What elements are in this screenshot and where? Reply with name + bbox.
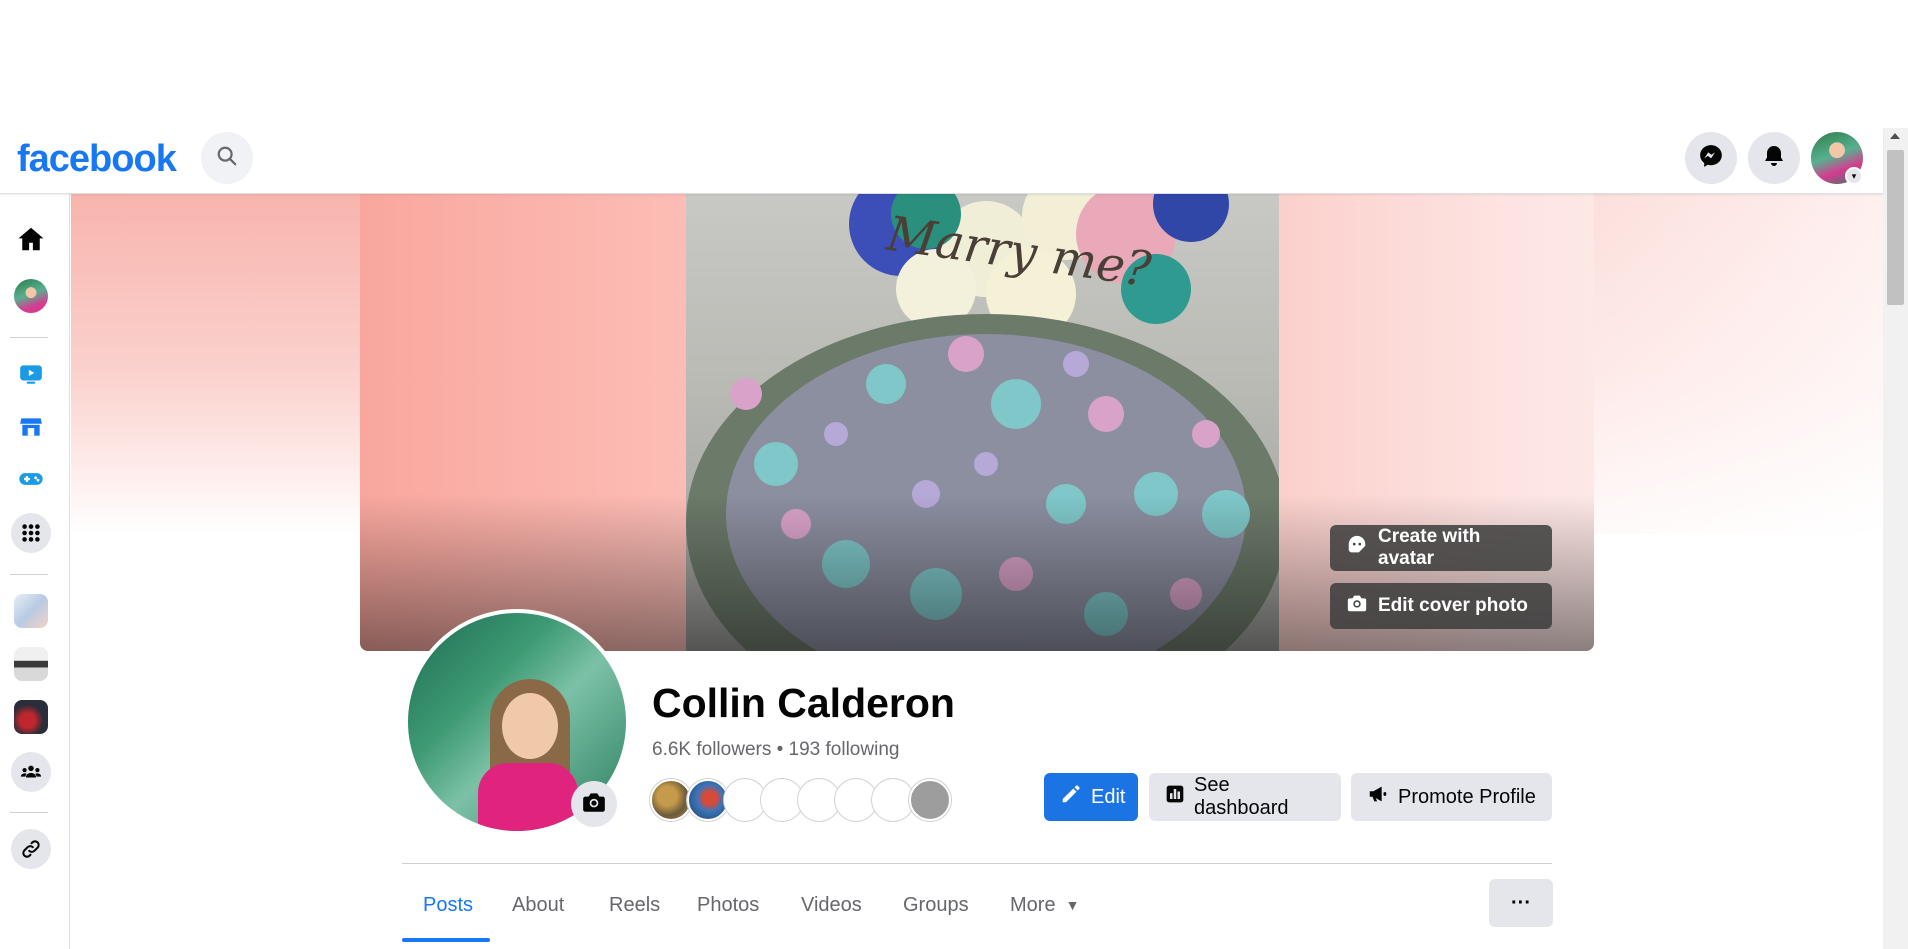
menu-grid-icon[interactable]	[11, 513, 51, 553]
shortcut-thumbnail	[14, 594, 48, 628]
see-dashboard-label: See dashboard	[1194, 774, 1289, 819]
link-icon[interactable]	[11, 829, 51, 869]
rail-divider	[10, 574, 48, 575]
top-navigation-bar: facebook ▾	[0, 128, 1883, 194]
search-button[interactable]	[201, 132, 253, 184]
shortcut-thumbnail	[14, 647, 48, 681]
active-tab-indicator	[402, 938, 490, 942]
edit-cover-photo-button[interactable]: Edit cover photo	[1330, 583, 1552, 629]
gaming-icon[interactable]	[11, 459, 51, 499]
notifications-button[interactable]	[1748, 132, 1800, 184]
facebook-logo[interactable]: facebook	[17, 138, 177, 181]
follower-avatar[interactable]	[761, 779, 803, 821]
edit-profile-button[interactable]: Edit	[1044, 773, 1138, 821]
follower-avatar[interactable]	[872, 779, 914, 821]
profile-shortcut[interactable]	[11, 276, 51, 316]
shortcut-2[interactable]	[11, 644, 51, 684]
tab-groups[interactable]: Groups	[903, 870, 969, 940]
tab-more-label: More	[1010, 893, 1056, 916]
scroll-up-arrow-icon[interactable]	[1890, 133, 1900, 139]
profile-picture-detail	[478, 763, 578, 831]
caret-down-icon: ▼	[1065, 897, 1080, 913]
tab-more[interactable]: More ▼	[1010, 870, 1079, 940]
profile-divider	[402, 863, 1552, 864]
create-with-avatar-button[interactable]: Create with avatar	[1330, 525, 1552, 571]
bell-icon	[1762, 144, 1786, 173]
edit-cover-photo-label: Edit cover photo	[1378, 595, 1528, 616]
shortcut-3[interactable]	[11, 697, 51, 737]
camera-icon	[1346, 592, 1368, 620]
search-icon	[216, 145, 238, 172]
shortcut-1[interactable]	[11, 591, 51, 631]
promote-profile-button[interactable]: Promote Profile	[1351, 773, 1552, 821]
top-blank-area	[0, 0, 1908, 128]
pencil-icon	[1060, 783, 1082, 811]
edit-profile-label: Edit	[1091, 785, 1126, 808]
tab-reels[interactable]: Reels	[609, 870, 660, 940]
follower-avatar[interactable]	[909, 779, 951, 821]
camera-icon	[581, 789, 607, 820]
rail-divider	[10, 337, 48, 338]
promote-profile-label: Promote Profile	[1398, 785, 1536, 808]
follower-avatar[interactable]	[835, 779, 877, 821]
profile-avatar-icon	[14, 279, 48, 313]
groups-icon[interactable]	[11, 752, 51, 792]
follower-avatar[interactable]	[798, 779, 840, 821]
messenger-icon	[1698, 143, 1724, 174]
create-with-avatar-label: Create with avatar	[1378, 526, 1481, 569]
more-options-button[interactable]: ···	[1489, 879, 1553, 927]
see-dashboard-button[interactable]: See dashboard	[1149, 773, 1341, 821]
dashboard-icon	[1165, 784, 1185, 810]
avatar-sticker-icon	[1346, 534, 1368, 562]
tab-photos[interactable]: Photos	[697, 870, 759, 940]
chevron-down-icon[interactable]: ▾	[1845, 167, 1863, 185]
profile-picture-detail	[502, 693, 558, 759]
video-icon[interactable]	[11, 354, 51, 394]
page-scrollbar[interactable]	[1883, 128, 1908, 949]
megaphone-icon	[1367, 783, 1389, 811]
follower-avatar[interactable]	[650, 779, 692, 821]
follower-avatar[interactable]	[724, 779, 766, 821]
scrollbar-thumb[interactable]	[1887, 150, 1904, 305]
home-icon[interactable]	[11, 219, 51, 259]
cover-photo[interactable]: Marry me? Create with avatar Edit cover …	[360, 194, 1594, 651]
rail-divider	[10, 812, 48, 813]
messenger-button[interactable]	[1685, 132, 1737, 184]
follower-stats[interactable]: 6.6K followers • 193 following	[652, 739, 899, 761]
profile-name: Collin Calderon	[652, 680, 955, 726]
follower-avatar[interactable]	[687, 779, 729, 821]
marketplace-icon[interactable]	[11, 407, 51, 447]
shortcut-thumbnail	[14, 700, 48, 734]
left-shortcut-rail	[0, 194, 70, 949]
tab-posts[interactable]: Posts	[423, 870, 473, 940]
update-profile-picture-button[interactable]	[571, 781, 617, 827]
tab-videos[interactable]: Videos	[801, 870, 862, 940]
tab-about[interactable]: About	[512, 870, 564, 940]
